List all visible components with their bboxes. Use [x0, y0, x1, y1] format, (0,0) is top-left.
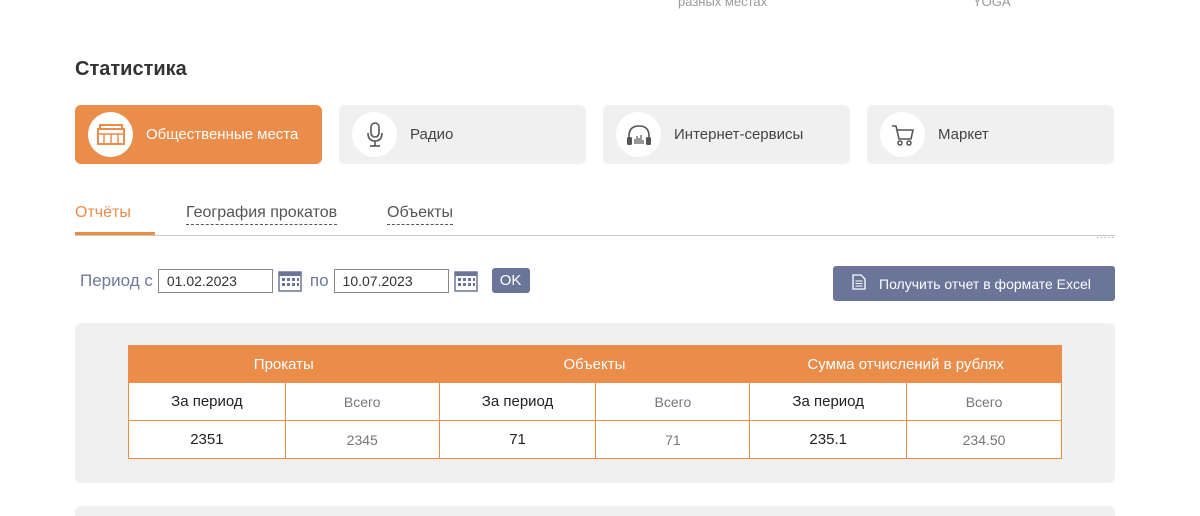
- table-cell: 2351: [128, 420, 286, 459]
- tab-objects[interactable]: Объекты: [387, 204, 453, 225]
- category-label: Маркет: [938, 126, 989, 143]
- report-tabs: Отчёты География прокатов Объекты .....: [75, 204, 1115, 241]
- category-label: Радио: [410, 126, 454, 143]
- category-card-internet-services[interactable]: Интернет-сервисы: [603, 105, 850, 164]
- table-subheader-row: За период Всего За период Всего За перио…: [128, 382, 1062, 421]
- table-subheader: За период: [438, 382, 597, 421]
- category-cards: Общественные места Радио Интернет-сервис…: [75, 105, 1114, 164]
- headphones-icon: [616, 112, 661, 157]
- cart-icon: [880, 112, 925, 157]
- statistics-panel: Прокаты Объекты Сумма отчислений в рубля…: [75, 323, 1115, 483]
- table-subheader: За период: [749, 382, 908, 421]
- table-group-header: Сумма отчислений в рублях: [749, 345, 1062, 383]
- table-group-header-row: Прокаты Объекты Сумма отчислений в рубля…: [128, 345, 1062, 383]
- calendar-icon[interactable]: [453, 270, 478, 292]
- excel-button-label: Получить отчет в формате Excel: [879, 275, 1091, 292]
- table-subheader: Всего: [284, 382, 440, 421]
- microphone-icon: [352, 112, 397, 157]
- table-row: 2351 2345 71 71 235.1 234.50: [128, 420, 1062, 459]
- date-from-input[interactable]: [157, 268, 273, 293]
- excel-report-button[interactable]: Получить отчет в формате Excel: [833, 266, 1115, 301]
- public-places-icon: [88, 112, 133, 157]
- table-subheader: Всего: [906, 382, 1062, 421]
- table-cell: 234.50: [906, 420, 1062, 459]
- calendar-icon[interactable]: [278, 270, 302, 292]
- table-cell: 71: [595, 420, 751, 459]
- table-subheader: Всего: [595, 382, 751, 421]
- category-card-public-places[interactable]: Общественные места: [75, 105, 322, 164]
- table-cell: 235.1: [749, 420, 908, 459]
- ok-button[interactable]: OK: [491, 268, 530, 293]
- category-label: Общественные места: [146, 126, 299, 143]
- table-subheader: За период: [128, 382, 286, 421]
- tabs-overflow-indicator: .....: [1096, 230, 1115, 241]
- section-title: Статистика: [75, 58, 187, 80]
- top-fragment-text: YOGA: [973, 0, 1011, 9]
- table-group-header: Объекты: [438, 345, 751, 383]
- period-filter: Период с по OK: [80, 268, 530, 293]
- category-label: Интернет-сервисы: [674, 126, 804, 143]
- tab-rental-geography[interactable]: География прокатов: [186, 204, 338, 225]
- secondary-panel: [75, 506, 1115, 516]
- period-to-label: по: [309, 270, 329, 290]
- date-to-input[interactable]: [333, 268, 449, 293]
- tab-reports[interactable]: Отчёты: [75, 204, 131, 224]
- table-group-header: Прокаты: [128, 345, 440, 383]
- statistics-table: Прокаты Объекты Сумма отчислений в рубля…: [128, 345, 1062, 459]
- top-fragment-text: разных местах: [678, 0, 768, 9]
- active-tab-indicator: [75, 232, 155, 235]
- period-from-label: Период с: [80, 270, 153, 290]
- table-cell: 71: [438, 420, 597, 459]
- category-card-radio[interactable]: Радио: [339, 105, 586, 164]
- table-cell: 2345: [284, 420, 440, 459]
- category-card-market[interactable]: Маркет: [867, 105, 1114, 164]
- document-icon: [852, 274, 866, 293]
